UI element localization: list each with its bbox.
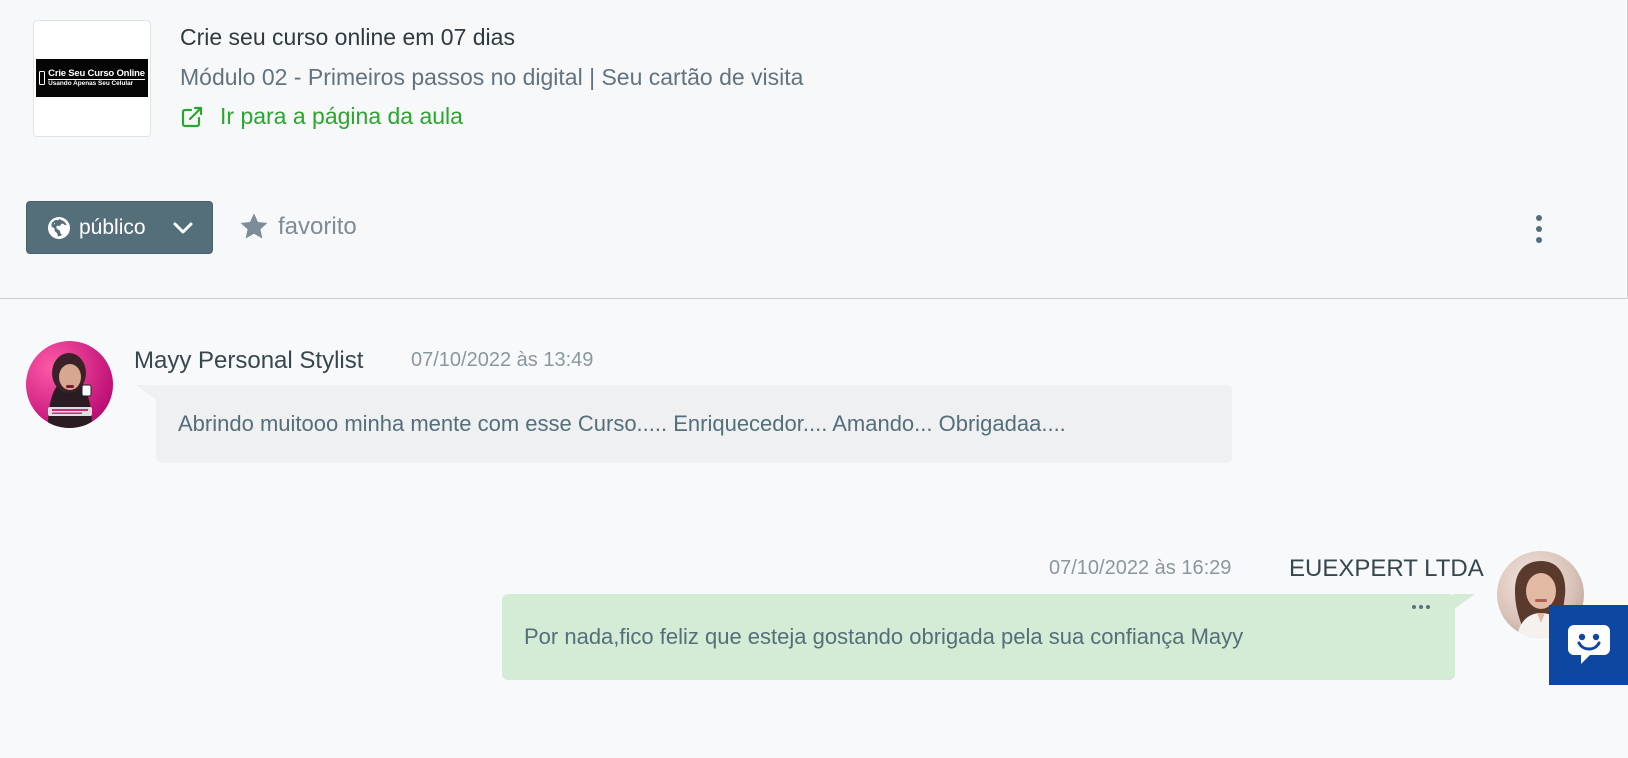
reply-author[interactable]: EUEXPERT LTDA [1289, 555, 1484, 583]
comment-bubble-tail [136, 385, 158, 401]
course-thumbnail-banner: Crie Seu Curso Online Usando Apenas Seu … [36, 59, 148, 97]
module-title: Módulo 02 - Primeiros passos no digital … [180, 64, 804, 90]
more-vertical-icon [1536, 215, 1542, 221]
reply-options-button[interactable] [1408, 600, 1434, 614]
thumbnail-line-1: Crie Seu Curso Online [48, 67, 145, 79]
thumbnail-line-2: Usando Apenas Seu Celular [48, 79, 145, 87]
avatar[interactable] [26, 341, 113, 428]
favorite-button[interactable]: favorito [239, 212, 357, 241]
reply-timestamp: 07/10/2022 às 16:29 [1049, 557, 1232, 579]
globe-icon [48, 216, 70, 239]
chevron-down-icon [173, 222, 193, 233]
chat-smile-icon [1567, 625, 1610, 664]
reply-bubble-tail [1453, 594, 1475, 610]
visibility-label: público [79, 215, 146, 239]
favorite-label: favorito [278, 212, 357, 240]
external-link-icon [181, 106, 203, 127]
more-options-button[interactable] [1526, 211, 1552, 247]
course-thumbnail: Crie Seu Curso Online Usando Apenas Seu … [33, 20, 151, 137]
more-horizontal-icon [1412, 605, 1416, 609]
comment-bubble: Abrindo muitooo minha mente com esse Cur… [156, 385, 1232, 463]
visibility-dropdown-button[interactable]: público [26, 201, 213, 254]
go-to-lesson-link[interactable]: Ir para a página da aula [180, 103, 463, 130]
star-icon [240, 213, 268, 239]
comment-text: Abrindo muitooo minha mente com esse Cur… [178, 411, 1066, 436]
phone-icon [39, 71, 46, 85]
chat-widget-button[interactable] [1549, 605, 1628, 685]
go-to-lesson-label: Ir para a página da aula [220, 103, 463, 129]
reply-text: Por nada,fico feliz que esteja gostando … [524, 624, 1244, 649]
comment-timestamp: 07/10/2022 às 13:49 [411, 349, 594, 371]
comment-author[interactable]: Mayy Personal Stylist [134, 347, 363, 375]
course-title: Crie seu curso online em 07 dias [180, 24, 515, 50]
reply-bubble: Por nada,fico feliz que esteja gostando … [502, 594, 1455, 680]
lesson-comment-page: Crie Seu Curso Online Usando Apenas Seu … [0, 0, 1628, 758]
lesson-header-panel: Crie Seu Curso Online Usando Apenas Seu … [0, 0, 1628, 299]
